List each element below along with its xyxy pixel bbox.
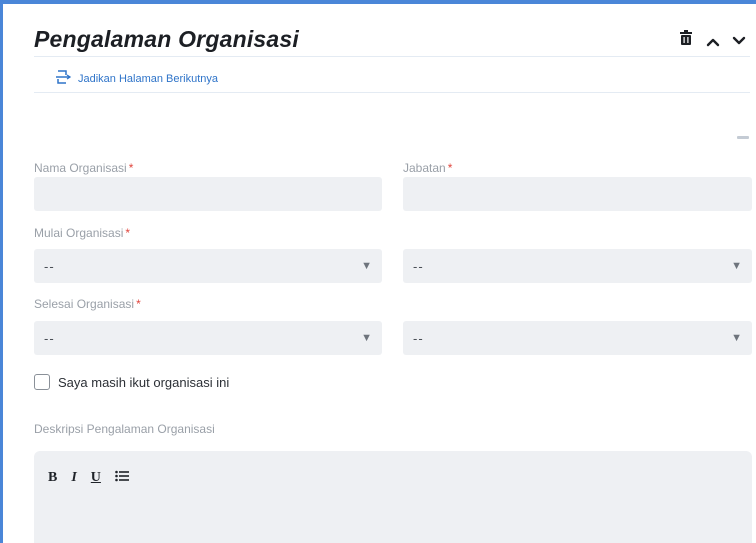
masih-ikut-checkbox[interactable] bbox=[34, 374, 50, 390]
jabatan-input[interactable] bbox=[403, 177, 752, 211]
set-next-page-label: Jadikan Halaman Berikutnya bbox=[78, 72, 219, 85]
divider bbox=[34, 92, 750, 93]
chevron-down-icon[interactable] bbox=[732, 32, 746, 50]
deskripsi-label: Deskripsi Pengalaman Organisasi bbox=[34, 422, 215, 436]
minimize-icon[interactable] bbox=[737, 136, 749, 139]
nama-organisasi-input[interactable] bbox=[34, 177, 382, 211]
nama-organisasi-field[interactable] bbox=[34, 177, 382, 211]
selesai-year-select[interactable]: -- ▼ bbox=[403, 321, 752, 355]
selesai-year-value: -- bbox=[413, 330, 424, 346]
mulai-month-select[interactable]: -- ▼ bbox=[34, 249, 382, 283]
section-title: Pengalaman Organisasi bbox=[34, 26, 299, 52]
jabatan-field[interactable] bbox=[403, 177, 752, 211]
selesai-month-select[interactable]: -- ▼ bbox=[34, 321, 382, 355]
mulai-year-select[interactable]: -- ▼ bbox=[403, 249, 752, 283]
trash-icon[interactable] bbox=[679, 30, 693, 51]
dropdown-arrow-icon: ▼ bbox=[731, 260, 742, 272]
mulai-year-value: -- bbox=[413, 258, 424, 274]
masih-ikut-checkbox-row[interactable]: Saya masih ikut organisasi ini bbox=[34, 374, 229, 390]
selesai-organisasi-label: Selesai Organisasi * bbox=[34, 297, 141, 311]
mulai-organisasi-label: Mulai Organisasi * bbox=[34, 226, 131, 240]
selesai-month-value: -- bbox=[44, 330, 55, 346]
set-next-page-link[interactable]: Jadikan Halaman Berikutnya bbox=[56, 70, 218, 87]
deskripsi-editor[interactable]: B I U bbox=[34, 451, 752, 543]
jabatan-label: Jabatan * bbox=[403, 161, 453, 175]
bullet-list-icon[interactable] bbox=[115, 469, 129, 487]
dropdown-arrow-icon: ▼ bbox=[361, 332, 372, 344]
nama-organisasi-label: Nama Organisasi * bbox=[34, 161, 134, 175]
editor-toolbar: B I U bbox=[48, 469, 129, 487]
mulai-month-value: -- bbox=[44, 258, 55, 274]
chevron-up-icon[interactable] bbox=[706, 34, 720, 52]
bold-button[interactable]: B bbox=[48, 470, 57, 486]
italic-button[interactable]: I bbox=[71, 470, 76, 486]
masih-ikut-label: Saya masih ikut organisasi ini bbox=[58, 374, 230, 390]
divider bbox=[34, 56, 750, 57]
page-break-icon bbox=[56, 70, 72, 87]
dropdown-arrow-icon: ▼ bbox=[731, 332, 742, 344]
form-card: Pengalaman Organisasi Jadikan Halaman Be… bbox=[0, 0, 756, 543]
dropdown-arrow-icon: ▼ bbox=[361, 260, 372, 272]
underline-button[interactable]: U bbox=[91, 470, 101, 486]
